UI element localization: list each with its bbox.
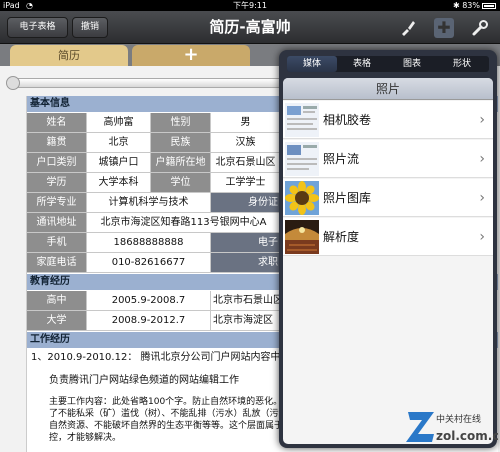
table-cell[interactable]: 高中 [27, 291, 87, 311]
table-cell[interactable]: 汉族 [211, 133, 281, 153]
toolbar: 简历-高富帅 电子表格 撤销 ✚ [0, 11, 500, 44]
clock: 下午9:11 [233, 1, 267, 10]
list-item-camera-roll[interactable]: 相机胶卷 › [283, 101, 493, 139]
tab-chart[interactable]: 图表 [387, 56, 437, 72]
table-cell[interactable]: 民族 [151, 133, 211, 153]
insert-plus-icon[interactable]: ✚ [434, 18, 454, 38]
table-cell[interactable]: 户籍所在地 [151, 153, 211, 173]
item-label: 相机胶卷 [323, 113, 372, 127]
zol-watermark-logo: 中关村在线 zol.com.cn [406, 412, 498, 443]
table-cell[interactable]: 高帅富 [87, 113, 151, 133]
table-cell[interactable]: 手机 [27, 233, 87, 253]
undo-button[interactable]: 撤销 [72, 17, 108, 38]
tab-table[interactable]: 表格 [337, 56, 387, 72]
photo-stream-thumbnail [285, 142, 319, 176]
ruler-knob[interactable] [6, 76, 20, 90]
photo-panel: 照片 相机胶卷 › 照片流 › 照片图库 › 解析度 › [283, 78, 493, 444]
panel-title: 照片 [283, 78, 493, 100]
table-cell[interactable]: 求职 [211, 253, 281, 273]
table-cell[interactable]: 通讯地址 [27, 213, 87, 233]
camera-roll-thumbnail [285, 103, 319, 137]
svg-text:zol.com.cn: zol.com.cn [436, 429, 498, 443]
table-cell[interactable]: 性别 [151, 113, 211, 133]
table-cell[interactable]: 北京石景山区 [211, 153, 281, 173]
table-cell[interactable]: 所学专业 [27, 193, 87, 213]
insert-popover: 媒体 表格 图表 形状 照片 相机胶卷 › 照片流 › 照片图库 › 解析度 › [279, 50, 497, 448]
table-cell[interactable]: 大学本科 [87, 173, 151, 193]
table-cell[interactable]: 2008.9-2012.7 [87, 311, 211, 331]
wrench-icon[interactable] [470, 18, 490, 38]
table-cell[interactable]: 身份证 [211, 193, 281, 213]
table-cell[interactable]: 姓名 [27, 113, 87, 133]
table-cell[interactable]: 北京 [87, 133, 151, 153]
table-cell[interactable]: 北京市石景山区 [211, 291, 281, 311]
status-bar: iPad ◔ 下午9:11 ✱ 83% [0, 0, 500, 11]
table-cell[interactable]: 学位 [151, 173, 211, 193]
battery-percent: 83% [462, 1, 480, 10]
item-label: 照片流 [323, 152, 360, 166]
table-cell[interactable]: 010-82616677 [87, 253, 211, 273]
table-cell[interactable]: 籍贯 [27, 133, 87, 153]
add-sheet-tab[interactable]: + [132, 45, 250, 66]
chevron-right-icon: › [479, 190, 485, 206]
table-cell[interactable]: 18688888888 [87, 233, 211, 253]
battery-icon [482, 3, 496, 9]
table-cell[interactable]: 北京市海淀区知春路113号银网中心A [87, 213, 281, 233]
chevron-right-icon: › [479, 151, 485, 167]
table-cell[interactable]: 城镇户口 [87, 153, 151, 173]
table-cell[interactable]: 男 [211, 113, 281, 133]
table-cell[interactable]: 计算机科学与技术 [87, 193, 211, 213]
chevron-right-icon: › [479, 229, 485, 245]
brush-icon[interactable] [398, 18, 418, 38]
list-item-resolution[interactable]: 解析度 › [283, 218, 493, 256]
table-cell[interactable]: 家庭电话 [27, 253, 87, 273]
table-cell[interactable]: 户口类别 [27, 153, 87, 173]
table-cell[interactable]: 电子 [211, 233, 281, 253]
table-cell[interactable]: 工学学士 [211, 173, 281, 193]
tab-media[interactable]: 媒体 [287, 56, 337, 72]
battery-status: ✱ 83% [453, 0, 496, 11]
svg-text:中关村在线: 中关村在线 [436, 413, 481, 425]
table-cell[interactable]: 大学 [27, 311, 87, 331]
popover-arrow [442, 50, 458, 51]
item-label: 解析度 [323, 230, 360, 244]
insert-segmented-control: 媒体 表格 图表 形状 [287, 56, 489, 72]
tab-shape[interactable]: 形状 [437, 56, 487, 72]
sunflower-thumbnail [285, 181, 319, 215]
table-cell[interactable]: 学历 [27, 173, 87, 193]
spreadsheet-button[interactable]: 电子表格 [7, 17, 68, 38]
chevron-right-icon: › [479, 112, 485, 128]
hall-thumbnail [285, 220, 319, 254]
list-item-photo-stream[interactable]: 照片流 › [283, 140, 493, 178]
table-cell[interactable]: 北京市海淀区 [211, 311, 281, 331]
tab-resume[interactable]: 简历 [10, 45, 128, 66]
list-item-photo-library[interactable]: 照片图库 › [283, 179, 493, 217]
item-label: 照片图库 [323, 191, 372, 205]
bluetooth-icon: ✱ [452, 1, 460, 10]
table-cell[interactable]: 2005.9-2008.7 [87, 291, 211, 311]
